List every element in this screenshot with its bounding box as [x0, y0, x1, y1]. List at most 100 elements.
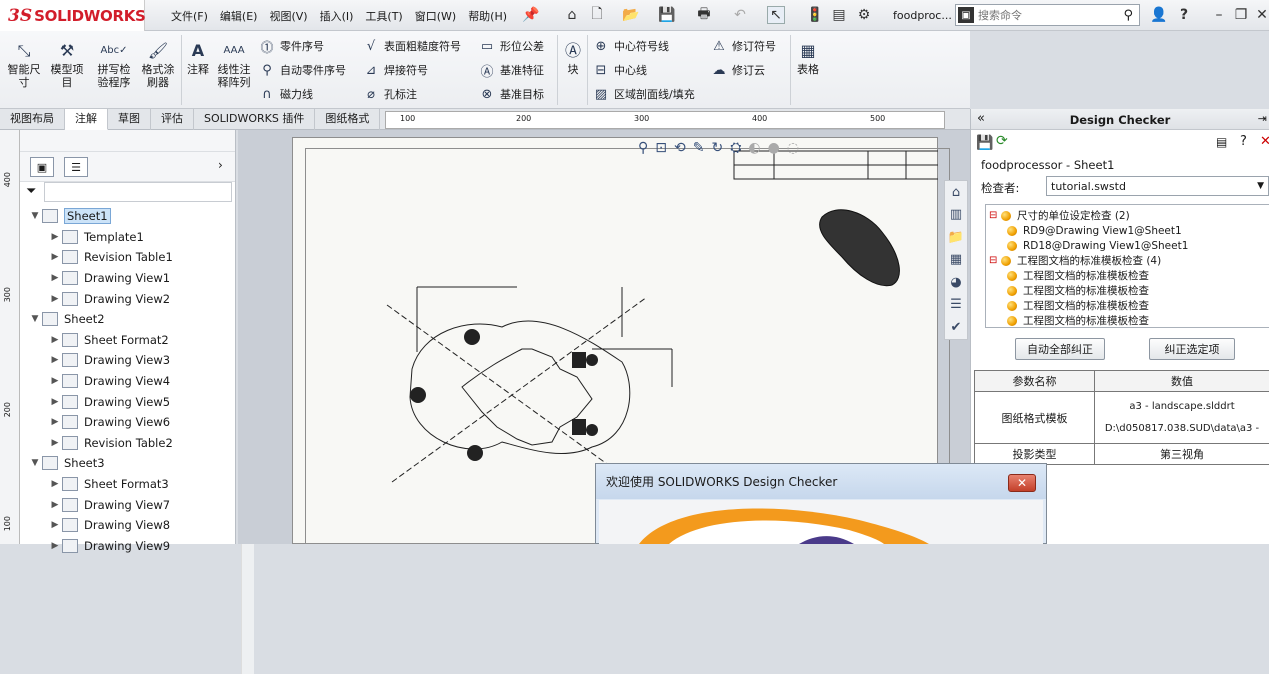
menu-insert[interactable]: 插入(I)	[314, 8, 360, 24]
result-item[interactable]: 工程图文档的标准模板检查	[989, 298, 1269, 313]
expanded-arrow-icon[interactable]: ▼	[28, 211, 42, 221]
resources-home-icon[interactable]: ⌂	[945, 181, 967, 204]
search-scope-icon[interactable]: ▣	[958, 7, 974, 23]
feature-tree-tab-icon[interactable]: ▣	[30, 157, 54, 177]
collapse-icon[interactable]: ⊟	[989, 255, 1001, 266]
collapsed-arrow-icon[interactable]: ▶	[48, 479, 62, 489]
tree-item[interactable]: ▶Drawing View4	[20, 371, 220, 392]
result-group[interactable]: ⊟工程图文档的标准模板检查 (4)	[989, 253, 1269, 268]
table-button[interactable]: ▦ 表格	[794, 39, 822, 76]
center-mark-button[interactable]: ⊕中心符号线	[592, 35, 669, 57]
format-painter-button[interactable]: 🖌 格式涂 刷器	[138, 39, 178, 89]
collapsed-arrow-icon[interactable]: ▶	[48, 417, 62, 427]
solidworks-logo[interactable]: 3S SOLIDWORKS	[0, 0, 145, 31]
collapsed-arrow-icon[interactable]: ▶	[48, 252, 62, 262]
open-icon[interactable]: 📂	[622, 6, 640, 24]
collapsed-arrow-icon[interactable]: ▶	[48, 335, 62, 345]
scene-icon[interactable]: ◌	[787, 140, 799, 156]
tree-item[interactable]: ▶Revision Table1	[20, 247, 220, 268]
filter-input[interactable]	[44, 182, 232, 202]
tab-view-layout[interactable]: 视图布局	[0, 109, 65, 130]
display-style-icon[interactable]: ⛭	[730, 140, 741, 156]
tree-item[interactable]: ▶Drawing View5	[20, 391, 220, 412]
menu-tools[interactable]: 工具(T)	[359, 8, 408, 24]
select-icon[interactable]: ↖	[767, 6, 785, 24]
collapsed-arrow-icon[interactable]: ▶	[48, 500, 62, 510]
tree-item[interactable]: ▶Revision Table2	[20, 433, 220, 454]
hide-show-icon[interactable]: ◐	[748, 140, 760, 156]
appearance-icon[interactable]: ●	[768, 140, 780, 156]
tree-item[interactable]: ▶Drawing View6	[20, 412, 220, 433]
tree-sheet-node[interactable]: ▼Sheet3	[20, 453, 220, 474]
menu-window[interactable]: 窗口(W)	[409, 8, 462, 24]
home-icon[interactable]: ⌂	[563, 6, 581, 24]
block-button[interactable]: Ⓐ 块	[561, 39, 585, 76]
collapsed-arrow-icon[interactable]: ▶	[48, 273, 62, 283]
collapsed-arrow-icon[interactable]: ▶	[48, 376, 62, 386]
surface-finish-button[interactable]: √表面粗糙度符号	[362, 35, 461, 57]
file-properties-icon[interactable]: ▤	[830, 6, 848, 24]
checker-select[interactable]: tutorial.swstd ▼	[1046, 176, 1269, 196]
tree-item[interactable]: ▶Drawing View1	[20, 268, 220, 289]
design-library-icon[interactable]: ▥	[945, 204, 967, 227]
report-icon[interactable]: ▤	[1216, 135, 1227, 149]
collapsed-arrow-icon[interactable]: ▶	[48, 397, 62, 407]
user-icon[interactable]: 👤	[1150, 6, 1168, 24]
help-icon[interactable]: ?	[1175, 6, 1193, 24]
close-window-icon[interactable]: ✕	[1253, 6, 1269, 24]
search-icon[interactable]: ⚲	[1123, 8, 1133, 23]
filter-icon[interactable]: ⏷	[26, 184, 36, 199]
tab-addins[interactable]: SOLIDWORKS 插件	[194, 109, 315, 130]
collapsed-arrow-icon[interactable]: ▶	[48, 294, 62, 304]
collapsed-arrow-icon[interactable]: ▶	[48, 232, 62, 242]
zoom-to-area-icon[interactable]: ⊡	[655, 140, 667, 156]
fix-selected-button[interactable]: 纠正选定项	[1149, 338, 1235, 360]
fix-all-button[interactable]: 自动全部纠正	[1015, 338, 1105, 360]
tree-item[interactable]: ▶Drawing View8	[20, 515, 220, 536]
chevron-right-icon[interactable]: ›	[218, 158, 223, 172]
result-item[interactable]: RD18@Drawing View1@Sheet1	[989, 238, 1269, 253]
area-hatch-button[interactable]: ▨区域剖面线/填充	[592, 83, 695, 105]
refresh-icon[interactable]: ⟳	[996, 133, 1008, 149]
menu-edit[interactable]: 编辑(E)	[214, 8, 264, 24]
menu-help[interactable]: 帮助(H)	[462, 8, 513, 24]
revision-symbol-button[interactable]: ⚠修订符号	[710, 35, 776, 57]
hole-callout-button[interactable]: ⌀孔标注	[362, 83, 417, 105]
menu-file[interactable]: 文件(F)	[165, 8, 214, 24]
linear-note-pattern-button[interactable]: AAA 线性注 释阵列	[214, 39, 254, 89]
pin-panel-icon[interactable]: ⇥	[1258, 112, 1267, 125]
search-box[interactable]: ▣ ⚲	[955, 4, 1140, 26]
save-report-icon[interactable]: 💾	[976, 135, 993, 151]
tree-item[interactable]: ▶Drawing View3	[20, 350, 220, 371]
tab-evaluate[interactable]: 评估	[151, 109, 194, 130]
revision-cloud-button[interactable]: ☁修订云	[710, 59, 765, 81]
smart-dimension-button[interactable]: ⤡ 智能尺 寸	[4, 39, 44, 89]
collapse-icon[interactable]: ⊟	[989, 210, 1001, 221]
magnetic-line-button[interactable]: ∩磁力线	[258, 83, 313, 105]
menu-view[interactable]: 视图(V)	[263, 8, 313, 24]
pin-icon[interactable]: 📌	[522, 6, 540, 24]
tab-annotation[interactable]: 注解	[65, 109, 108, 130]
geometric-tolerance-button[interactable]: ▭形位公差	[478, 35, 544, 57]
file-explorer-icon[interactable]: 📁	[945, 226, 967, 249]
datum-target-button[interactable]: ⊗基准目标	[478, 83, 544, 105]
tab-sketch[interactable]: 草图	[108, 109, 151, 130]
result-item[interactable]: 工程图文档的标准模板检查	[989, 283, 1269, 298]
new-document-icon[interactable]: 🗋	[588, 6, 606, 24]
dropdown-arrow-icon[interactable]: ▼	[1257, 181, 1264, 191]
rebuild-icon[interactable]: 🚦	[806, 6, 824, 24]
collapsed-arrow-icon[interactable]: ▶	[48, 541, 62, 551]
auto-balloon-button[interactable]: ⚲自动零件序号	[258, 59, 346, 81]
tree-item[interactable]: ▶Template1	[20, 227, 220, 248]
save-icon[interactable]: 💾	[658, 6, 676, 24]
minimize-icon[interactable]: –	[1210, 6, 1228, 24]
undo-icon[interactable]: ↶	[731, 6, 749, 24]
spell-check-button[interactable]: Abc✓ 拼写检 验程序	[92, 39, 136, 89]
tree-item[interactable]: ▶Drawing View7	[20, 494, 220, 515]
help-question-icon[interactable]: ?	[1240, 134, 1247, 149]
result-item[interactable]: 工程图文档的标准模板检查	[989, 313, 1269, 328]
tree-item[interactable]: ▶Drawing View2	[20, 288, 220, 309]
property-tab-icon[interactable]: ☰	[64, 157, 88, 177]
expanded-arrow-icon[interactable]: ▼	[28, 458, 42, 468]
balloon-button[interactable]: ⓵零件序号	[258, 35, 324, 57]
